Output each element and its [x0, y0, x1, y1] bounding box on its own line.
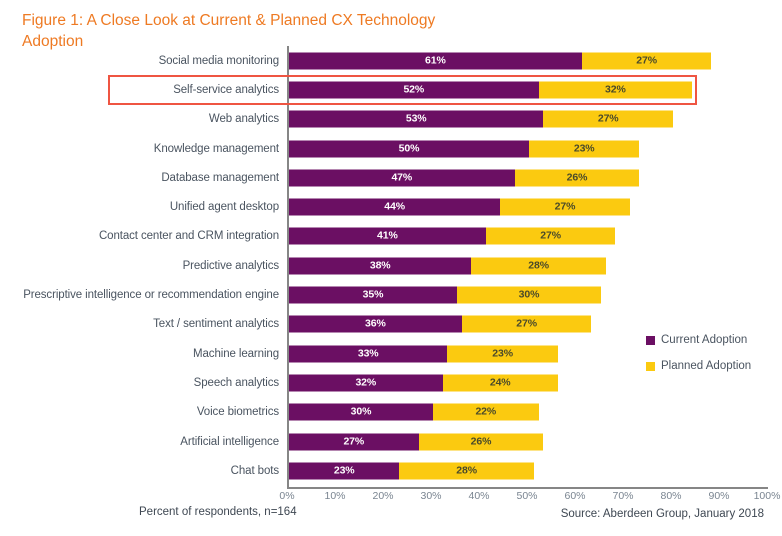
bar-track: 61% 27% — [289, 52, 769, 70]
bar-segment-planned-adoption: 27% — [461, 315, 592, 333]
bar-segment-current-adoption: 53% — [289, 110, 544, 128]
bar-row: Contact center and CRM integration 41% 27% — [0, 222, 782, 251]
legend-swatch-icon — [646, 361, 655, 371]
bar-track: 53% 27% — [289, 110, 769, 128]
bar-row: Voice biometrics 30% 22% — [0, 398, 782, 427]
bar-segment-planned-adoption: 32% — [538, 81, 693, 99]
bar-track: 27% 26% — [289, 433, 769, 451]
bar-segment-planned-adoption: 28% — [399, 462, 534, 480]
bar-track: 52% 32% — [289, 81, 769, 99]
x-axis-tick: 50% — [516, 490, 538, 502]
bar-segment-planned-adoption: 24% — [442, 374, 558, 392]
x-axis-tick: 10% — [324, 490, 346, 502]
legend-label: Planned Adoption — [661, 360, 752, 372]
footnote-respondents: Percent of respondents, n=164 — [139, 506, 297, 518]
bar-track: 41% 27% — [289, 227, 769, 245]
bar-segment-current-adoption: 36% — [289, 315, 462, 333]
x-axis-tick-labels: 0% 10% 20% 30% 40% 50% 60% 70% 80% 90% 100% — [279, 490, 780, 508]
legend-label: Current Adoption — [661, 334, 748, 346]
bar-segment-current-adoption: 41% — [289, 227, 486, 245]
bar-track: 50% 23% — [289, 140, 769, 158]
x-axis-tick: 60% — [564, 490, 586, 502]
category-label: Speech analytics — [193, 376, 279, 389]
category-label: Prescriptive intelligence or recommendat… — [23, 289, 279, 302]
x-axis-tick: 30% — [420, 490, 442, 502]
x-axis-tick: 20% — [372, 490, 394, 502]
bar-row: Prescriptive intelligence or recommendat… — [0, 280, 782, 309]
bar-segment-planned-adoption: 27% — [581, 52, 712, 70]
bar-row: Knowledge management 50% 23% — [0, 134, 782, 163]
bar-row: Web analytics 53% 27% — [0, 105, 782, 134]
bar-track: 44% 27% — [289, 198, 769, 216]
bar-segment-current-adoption: 33% — [289, 345, 448, 363]
bar-segment-current-adoption: 27% — [289, 433, 419, 451]
category-label: Self-service analytics — [173, 83, 279, 96]
category-label: Contact center and CRM integration — [98, 230, 279, 243]
legend-swatch-icon — [646, 335, 655, 345]
bar-segment-planned-adoption: 27% — [500, 198, 630, 216]
bar-segment-planned-adoption: 28% — [471, 257, 606, 275]
category-label: Artificial intelligence — [180, 435, 279, 448]
x-axis-tick: 100% — [753, 490, 781, 502]
x-axis-line — [287, 487, 768, 489]
bar-segment-current-adoption: 23% — [289, 462, 400, 480]
category-label: Unified agent desktop — [169, 201, 279, 214]
bar-row: Self-service analytics 52% 32% — [0, 75, 782, 104]
category-label: Database management — [161, 171, 279, 184]
bar-segment-current-adoption: 50% — [289, 140, 529, 158]
bar-segment-current-adoption: 52% — [289, 81, 539, 99]
bar-segment-planned-adoption: 23% — [529, 140, 640, 158]
bar-segment-planned-adoption: 22% — [433, 403, 539, 421]
x-axis-tick: 90% — [708, 490, 730, 502]
x-axis-tick: 40% — [468, 490, 490, 502]
bar-segment-current-adoption: 38% — [289, 257, 472, 275]
bar-row: Artificial intelligence 27% 26% — [0, 427, 782, 456]
legend-item[interactable]: Current Adoption — [646, 334, 776, 346]
category-label: Knowledge management — [153, 142, 279, 155]
x-axis-tick: 70% — [612, 490, 634, 502]
bar-row: Social media monitoring 61% 27% — [0, 46, 782, 75]
bar-track: 36% 27% — [289, 315, 769, 333]
bar-segment-planned-adoption: 30% — [457, 286, 601, 304]
bar-track: 23% 28% — [289, 462, 769, 480]
category-label: Machine learning — [193, 347, 279, 360]
bar-segment-planned-adoption: 27% — [485, 227, 616, 245]
bar-segment-current-adoption: 30% — [289, 403, 433, 421]
category-label: Voice biometrics — [196, 406, 279, 419]
bar-segment-planned-adoption: 27% — [543, 110, 673, 128]
bar-track: 35% 30% — [289, 286, 769, 304]
bar-segment-current-adoption: 47% — [289, 169, 515, 187]
bar-segment-planned-adoption: 26% — [514, 169, 640, 187]
x-axis-tick: 80% — [660, 490, 682, 502]
category-label: Predictive analytics — [182, 259, 280, 272]
bar-segment-planned-adoption: 23% — [447, 345, 558, 363]
bar-row: Unified agent desktop 44% 27% — [0, 193, 782, 222]
category-label: Social media monitoring — [158, 54, 280, 67]
bar-track: 30% 22% — [289, 403, 769, 421]
bar-row: Database management 47% 26% — [0, 163, 782, 192]
bar-track: 38% 28% — [289, 257, 769, 275]
bar-segment-current-adoption: 32% — [289, 374, 443, 392]
category-label: Web analytics — [208, 113, 279, 126]
category-label: Chat bots — [230, 464, 279, 477]
bar-row: Chat bots 23% 28% — [0, 456, 782, 485]
x-axis-tick: 0% — [279, 490, 295, 502]
footnote-source: Source: Aberdeen Group, January 2018 — [560, 508, 764, 520]
bar-segment-current-adoption: 44% — [289, 198, 501, 216]
bar-segment-planned-adoption: 26% — [418, 433, 544, 451]
category-label: Text / sentiment analytics — [153, 318, 279, 331]
bar-row: Predictive analytics 38% 28% — [0, 251, 782, 280]
bar-track: 47% 26% — [289, 169, 769, 187]
chart-legend: Current Adoption Planned Adoption — [646, 334, 776, 386]
chart-plot-area: Social media monitoring 61% 27% Self-servic… — [0, 46, 782, 502]
legend-item[interactable]: Planned Adoption — [646, 360, 776, 372]
bar-segment-current-adoption: 35% — [289, 286, 457, 304]
bar-segment-current-adoption: 61% — [289, 52, 582, 70]
